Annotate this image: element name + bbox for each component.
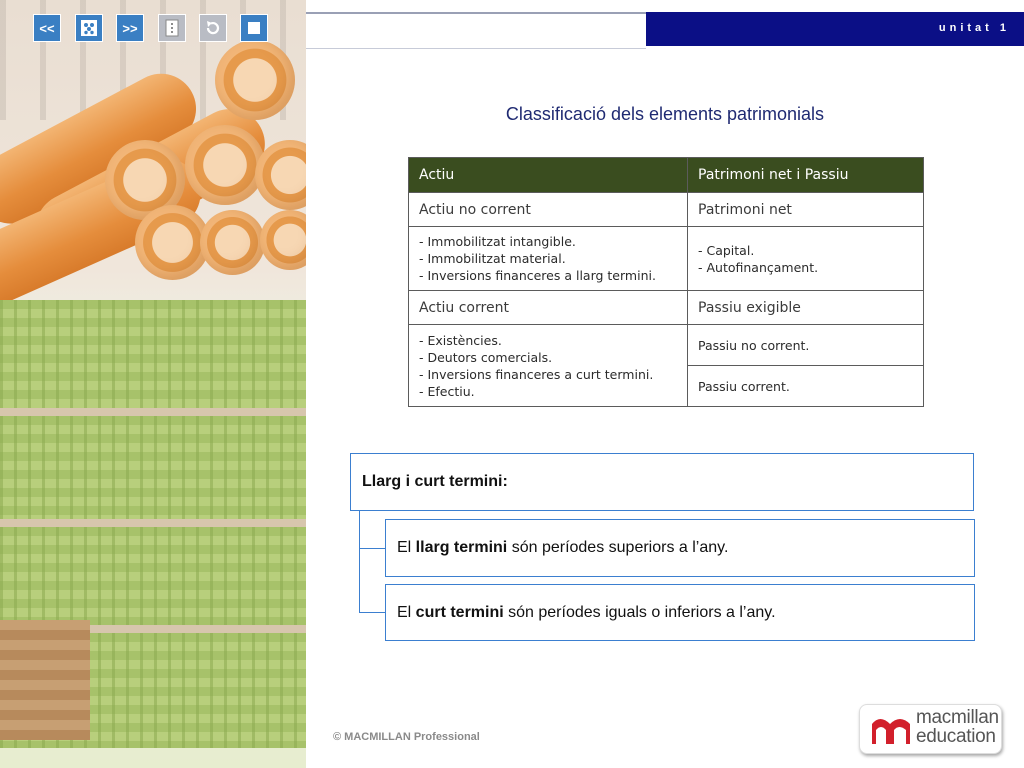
patrimony-table: Actiu Patrimoni net i Passiu Actiu no co… (408, 157, 924, 407)
lumber-separator (0, 408, 306, 416)
unit-banner: unitat 1 (646, 12, 1024, 46)
unit-label: unitat 1 (938, 22, 1010, 34)
header-bar (306, 12, 646, 49)
copyright: © MACMILLAN Professional (333, 731, 480, 743)
list-item: - Inversions financeres a llarg termini. (419, 268, 656, 283)
background-photo (0, 0, 306, 768)
long-prefix: El (397, 539, 416, 556)
tree-connector (359, 511, 386, 613)
list-item: - Deutors comercials. (419, 349, 553, 365)
stop-square-icon (248, 22, 260, 34)
table-row: - Existències. - Deutors comercials. - I… (408, 324, 924, 407)
connector-branch (360, 612, 386, 613)
macmillan-logo-mark (872, 719, 910, 744)
previous-button[interactable]: << (33, 14, 61, 42)
short-term-box: El curt termini són períodes iguals o in… (385, 584, 975, 641)
pipe-end (185, 125, 265, 205)
pipe-end (260, 210, 306, 270)
pipe-end (135, 205, 210, 280)
cell-actiu-corrent: Actiu corrent (408, 290, 688, 325)
menu-button[interactable] (158, 14, 186, 42)
document-icon (165, 19, 179, 37)
terms-heading-box: Llarg i curt termini: (350, 453, 974, 511)
logo-wordmark: macmillan education (916, 708, 999, 746)
short-prefix: El (397, 603, 416, 621)
pipe-end (200, 210, 265, 275)
table-row: - Immobilitzat intangible. - Immobilitza… (408, 226, 924, 291)
index-button[interactable] (75, 14, 103, 42)
back-button[interactable] (199, 14, 227, 42)
table-header-row: Actiu Patrimoni net i Passiu (408, 157, 924, 193)
lumber-stack (0, 300, 306, 410)
long-term-box: El llarg termini són períodes superiors … (385, 519, 975, 577)
terms-heading: Llarg i curt termini: (362, 473, 508, 490)
logo-line1: macmillan (916, 707, 999, 728)
previous-label: << (39, 20, 55, 36)
header-cell-actiu: Actiu (408, 157, 688, 193)
list-item: - Autofinançament. (698, 259, 819, 275)
short-term-text: El curt termini són períodes iguals o in… (397, 604, 776, 622)
list-item: - Existències. (419, 332, 502, 348)
connector-branch (360, 548, 386, 549)
lumber-stack (0, 527, 306, 627)
grid-dots-icon (81, 20, 97, 36)
next-button[interactable]: >> (116, 14, 144, 42)
cell-passiu-exigible: Passiu exigible (687, 290, 924, 325)
list-item: - Inversions financeres a curt termini. (419, 366, 654, 382)
lumber-separator (0, 519, 306, 527)
short-suffix: són períodes iguals o inferiors a l’any. (503, 603, 776, 621)
long-suffix: són períodes superiors a l’any. (507, 539, 729, 556)
stop-button[interactable] (240, 14, 268, 42)
cell-patrimoni-net: Patrimoni net (687, 192, 924, 227)
cell-current-list: - Existències. - Deutors comercials. - I… (408, 324, 688, 407)
list-item: - Efectiu. (419, 383, 475, 399)
list-item: - Capital. (698, 242, 755, 258)
header-cell-patrimoni: Patrimoni net i Passiu (687, 157, 924, 193)
wood-planks (0, 620, 90, 740)
cell-equity-list: - Capital. - Autofinançament. (687, 226, 924, 291)
logo-line2: education (916, 726, 996, 747)
long-term-text: El llarg termini són períodes superiors … (397, 539, 728, 557)
table-row: Actiu corrent Passiu exigible (408, 290, 924, 325)
pipe-end (215, 40, 295, 120)
cell-actiu-no-corrent: Actiu no corrent (408, 192, 688, 227)
short-bold: curt termini (415, 603, 504, 621)
list-item: - Immobilitzat material. (419, 251, 566, 266)
macmillan-logo: macmillan education (859, 704, 1002, 754)
slide-title: Classificació dels elements patrimonials (505, 104, 825, 124)
undo-arrow-icon (206, 21, 220, 35)
table-row: Actiu no corrent Patrimoni net (408, 192, 924, 227)
lumber-stack (0, 416, 306, 521)
next-label: >> (122, 20, 138, 36)
cell-passiu-no-corrent: Passiu no corrent. (687, 324, 924, 366)
cell-passiu-corrent: Passiu corrent. (687, 365, 924, 407)
list-item: - Immobilitzat intangible. (419, 234, 576, 249)
long-bold: llarg termini (415, 539, 508, 556)
cell-non-current-list: - Immobilitzat intangible. - Immobilitza… (408, 226, 688, 291)
